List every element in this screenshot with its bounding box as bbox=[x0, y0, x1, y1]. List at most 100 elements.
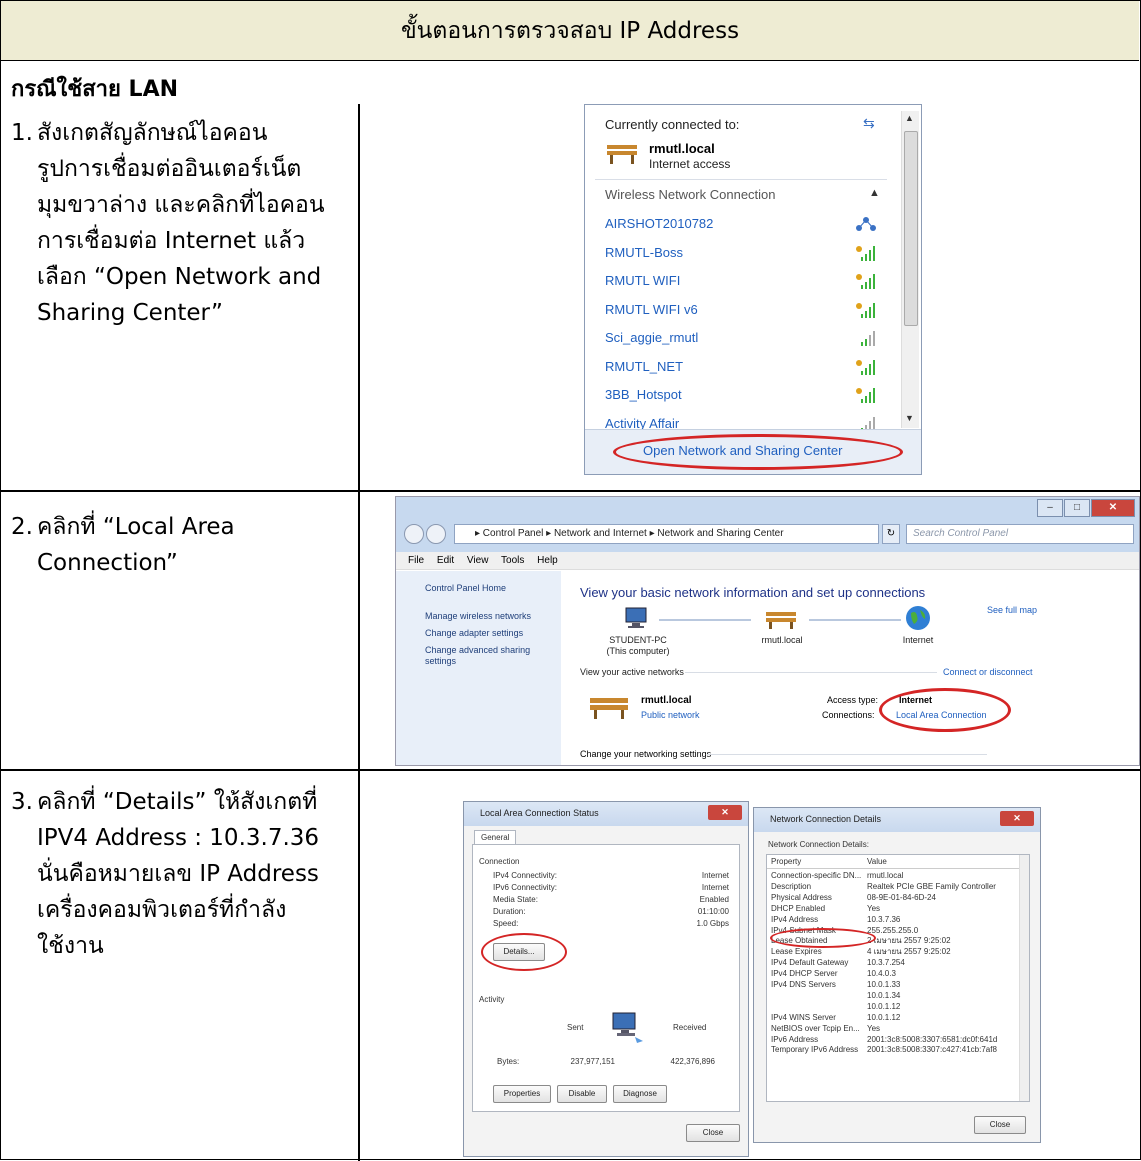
menu-edit[interactable]: Edit bbox=[437, 555, 454, 566]
close-button[interactable]: Close bbox=[974, 1116, 1026, 1134]
highlight-ring bbox=[481, 933, 567, 971]
secured-signal-icon bbox=[856, 388, 875, 403]
network-activity-icon bbox=[612, 1012, 643, 1043]
connections-label: Connections: bbox=[822, 710, 875, 720]
detail-property: NetBIOS over Tcpip En... bbox=[771, 1023, 860, 1033]
detail-property: IPv4 Default Gateway bbox=[771, 958, 849, 968]
status-value: 01:10:00 bbox=[697, 907, 729, 916]
wifi-network-item[interactable]: Sci_aggie_rmutl bbox=[605, 330, 698, 345]
refresh-icon[interactable]: ↻ bbox=[882, 524, 900, 544]
received-label: Received bbox=[673, 1023, 707, 1032]
status-label: Media State: bbox=[493, 895, 538, 904]
wifi-network-item[interactable]: AIRSHOT2010782 bbox=[605, 216, 713, 231]
signal-weak-icon bbox=[861, 331, 875, 346]
activity-group-label: Activity bbox=[479, 995, 505, 1004]
computer-icon bbox=[625, 607, 647, 628]
menu-file[interactable]: File bbox=[408, 555, 424, 566]
secured-signal-icon bbox=[856, 360, 875, 375]
disable-button[interactable]: Disable bbox=[557, 1085, 607, 1103]
close-icon[interactable]: ✕ bbox=[1091, 499, 1135, 517]
close-icon[interactable]: ✕ bbox=[708, 805, 742, 820]
refresh-icon[interactable]: ⇆ bbox=[863, 115, 875, 132]
menu-help[interactable]: Help bbox=[537, 555, 558, 566]
manage-wireless-link[interactable]: Manage wireless networks bbox=[425, 611, 531, 622]
dialog-title: Local Area Connection Status bbox=[480, 808, 599, 818]
tab-general[interactable]: General bbox=[474, 830, 517, 845]
internet-node-name: Internet bbox=[902, 635, 934, 645]
dialog-titlebar: Local Area Connection Status ✕ bbox=[464, 802, 748, 826]
detail-value: 10.0.1.12 bbox=[867, 1001, 901, 1011]
close-icon[interactable]: ✕ bbox=[1000, 811, 1034, 826]
maximize-icon[interactable]: □ bbox=[1064, 499, 1090, 517]
close-button[interactable]: Close bbox=[686, 1124, 740, 1142]
connection-details-dialog: Network Connection Details ✕ Network Con… bbox=[753, 807, 1041, 1143]
separator bbox=[685, 672, 937, 673]
detail-value: 255.255.255.0 bbox=[867, 925, 919, 935]
change-adapter-link[interactable]: Change adapter settings bbox=[425, 628, 523, 639]
highlight-ring bbox=[613, 434, 903, 470]
connect-disconnect-link[interactable]: Connect or disconnect bbox=[943, 667, 1033, 677]
detail-value: 2 เมษายน 2557 9:25:02 bbox=[867, 936, 951, 946]
wireless-group-header[interactable]: Wireless Network Connection bbox=[605, 187, 776, 202]
menu-bar: File Edit View Tools Help bbox=[396, 552, 1139, 570]
section-heading: กรณีใช้สาย LAN bbox=[11, 77, 179, 102]
secured-signal-icon bbox=[856, 303, 875, 318]
wireless-network-popup: Currently connected to: ⇆ rmutl.local In… bbox=[584, 104, 922, 475]
properties-button[interactable]: Properties bbox=[493, 1085, 551, 1103]
sent-label: Sent bbox=[567, 1023, 584, 1032]
main-pane: View your basic network information and … bbox=[561, 571, 1139, 765]
network-bench-icon bbox=[766, 612, 796, 629]
change-settings-heading: Change your networking settings bbox=[580, 749, 712, 759]
see-full-map-link[interactable]: See full map bbox=[987, 605, 1037, 615]
collapse-caret-icon[interactable]: ▲ bbox=[869, 187, 880, 199]
detail-property: IPv4 DNS Servers bbox=[771, 980, 836, 989]
scrollbar[interactable] bbox=[1019, 855, 1029, 1101]
minimize-icon[interactable]: – bbox=[1037, 499, 1063, 517]
wifi-network-item[interactable]: RMUTL_NET bbox=[605, 359, 683, 374]
status-label: IPv4 Connectivity: bbox=[493, 871, 558, 880]
wifi-network-item[interactable]: RMUTL-Boss bbox=[605, 245, 683, 260]
forward-icon[interactable] bbox=[426, 524, 446, 544]
highlight-ring bbox=[879, 688, 1011, 732]
wifi-network-item[interactable]: RMUTL WIFI bbox=[605, 273, 680, 288]
dialog-titlebar: Network Connection Details ✕ bbox=[754, 808, 1040, 832]
detail-value: Yes bbox=[867, 903, 881, 913]
back-icon[interactable] bbox=[404, 524, 424, 544]
network-node-name: rmutl.local bbox=[761, 635, 803, 645]
menu-view[interactable]: View bbox=[467, 555, 489, 566]
scrollbar[interactable]: ▲ ▼ bbox=[901, 111, 919, 428]
control-panel-home-link[interactable]: Control Panel Home bbox=[425, 583, 506, 594]
status-label: IPv6 Connectivity: bbox=[493, 883, 558, 892]
diagnose-button[interactable]: Diagnose bbox=[613, 1085, 667, 1103]
detail-value: 10.4.0.3 bbox=[867, 969, 896, 979]
scroll-up-icon[interactable]: ▲ bbox=[905, 113, 914, 123]
change-advanced-sharing-link-cont[interactable]: settings bbox=[425, 656, 456, 667]
detail-value: rmutl.local bbox=[867, 871, 904, 880]
detail-value: Realtek PCIe GBE Family Controller bbox=[867, 881, 996, 891]
status-value: Internet bbox=[701, 883, 729, 892]
bytes-label: Bytes: bbox=[497, 1057, 520, 1066]
globe-icon bbox=[906, 606, 930, 630]
detail-property: Lease Expires bbox=[771, 947, 822, 957]
detail-property: IPv6 Address bbox=[771, 1034, 819, 1044]
network-type-link[interactable]: Public network bbox=[641, 710, 700, 720]
menu-tools[interactable]: Tools bbox=[501, 555, 524, 566]
left-pane: Control Panel Home Manage wireless netwo… bbox=[396, 571, 561, 765]
detail-value: Yes bbox=[867, 1023, 881, 1033]
page-heading: View your basic network information and … bbox=[580, 585, 926, 600]
network-bench-icon bbox=[590, 698, 628, 719]
wifi-network-item[interactable]: RMUTL WIFI v6 bbox=[605, 302, 698, 317]
highlight-ring bbox=[770, 928, 876, 948]
bytes-received: 422,376,896 bbox=[670, 1057, 716, 1066]
connection-group-label: Connection bbox=[479, 857, 520, 866]
detail-property: DHCP Enabled bbox=[771, 903, 826, 913]
scroll-down-icon[interactable]: ▼ bbox=[905, 413, 914, 423]
search-input[interactable]: Search Control Panel bbox=[906, 524, 1134, 544]
address-bar[interactable]: ▸ Control Panel ▸ Network and Internet ▸… bbox=[454, 524, 879, 544]
wifi-network-item[interactable]: 3BB_Hotspot bbox=[605, 387, 682, 402]
change-advanced-sharing-link[interactable]: Change advanced sharing bbox=[425, 645, 530, 656]
connection-status-dialog: Local Area Connection Status ✕ General C… bbox=[463, 801, 749, 1157]
scrollbar-thumb[interactable] bbox=[904, 131, 918, 326]
connection-line bbox=[809, 619, 901, 621]
detail-property: Connection-specific DN... bbox=[771, 871, 862, 880]
